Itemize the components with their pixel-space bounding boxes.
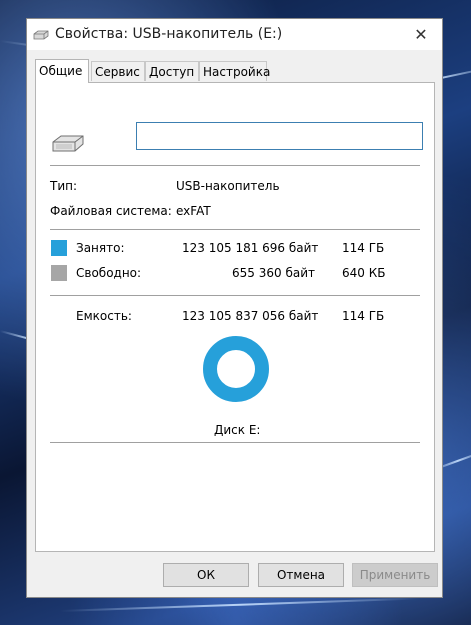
properties-window: Свойства: USB-накопитель (E:) ✕ Общие Се… xyxy=(26,18,443,598)
used-space-ring xyxy=(203,336,269,402)
separator xyxy=(50,229,420,230)
used-bytes: 123 105 181 696 байт xyxy=(182,241,319,255)
tab-general[interactable]: Общие xyxy=(35,59,89,83)
usb-drive-icon xyxy=(33,30,49,40)
title-bar[interactable]: Свойства: USB-накопитель (E:) ✕ xyxy=(27,19,442,50)
separator xyxy=(50,165,420,166)
type-label: Тип: xyxy=(50,179,78,193)
tab-access[interactable]: Доступ xyxy=(145,61,199,81)
volume-label-input[interactable] xyxy=(136,122,423,150)
tab-service[interactable]: Сервис xyxy=(91,61,145,81)
window-title: Свойства: USB-накопитель (E:) xyxy=(55,26,283,42)
filesystem-value: exFAT xyxy=(176,204,211,218)
filesystem-label: Файловая система: xyxy=(50,204,172,218)
used-label: Занято: xyxy=(76,241,125,255)
used-space-swatch xyxy=(51,240,67,256)
free-label: Свободно: xyxy=(76,266,142,280)
separator xyxy=(50,442,420,443)
free-bytes: 655 360 байт xyxy=(232,266,315,280)
tab-general-label: Общие xyxy=(39,64,83,78)
tab-settings-label: Настройка xyxy=(203,65,271,79)
close-button[interactable]: ✕ xyxy=(400,19,442,50)
used-size: 114 ГБ xyxy=(342,241,385,255)
disk-usage-ring-chart xyxy=(203,336,269,402)
ok-button-label: ОК xyxy=(197,568,215,582)
free-size: 640 КБ xyxy=(342,266,386,280)
disk-name-label: Диск E: xyxy=(214,423,261,437)
cancel-button[interactable]: Отмена xyxy=(258,563,344,587)
tab-access-label: Доступ xyxy=(149,65,195,79)
separator xyxy=(50,295,420,296)
free-space-swatch xyxy=(51,265,67,281)
tab-settings[interactable]: Настройка xyxy=(199,61,271,81)
apply-button[interactable]: Применить xyxy=(352,563,438,587)
general-tab-panel: Тип: USB-накопитель Файловая система: ex… xyxy=(35,82,435,552)
type-value: USB-накопитель xyxy=(176,179,280,193)
drive-icon xyxy=(52,135,84,152)
background-streak xyxy=(59,597,420,612)
cancel-button-label: Отмена xyxy=(276,568,326,582)
capacity-bytes: 123 105 837 056 байт xyxy=(182,309,319,323)
capacity-size: 114 ГБ xyxy=(342,309,385,323)
tab-service-label: Сервис xyxy=(95,65,140,79)
close-icon: ✕ xyxy=(414,25,428,44)
ok-button[interactable]: ОК xyxy=(163,563,249,587)
capacity-label: Емкость: xyxy=(76,309,132,323)
apply-button-label: Применить xyxy=(359,568,431,582)
